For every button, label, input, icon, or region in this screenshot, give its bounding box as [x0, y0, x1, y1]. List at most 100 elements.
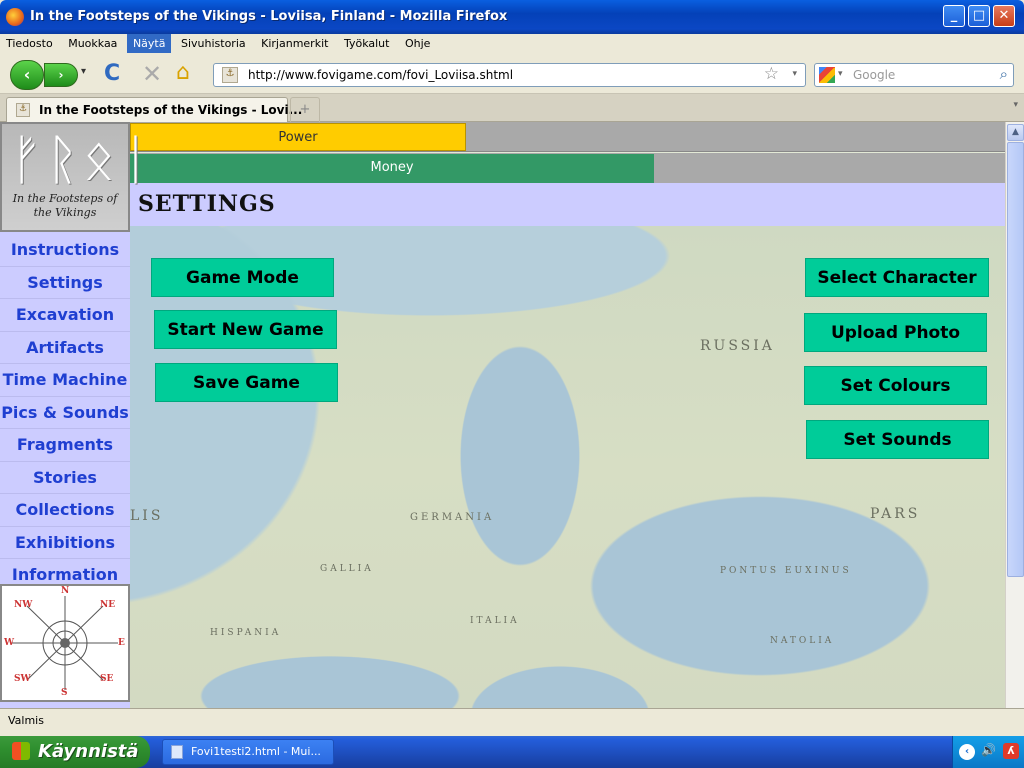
sidebar-item-exhibitions[interactable]: Exhibitions	[0, 527, 130, 559]
search-bar[interactable]: ▾ Google ⌕	[814, 63, 1014, 87]
map-label: PONTUS EUXINUS	[720, 566, 852, 576]
sidebar: ᚠᚱᛟᛁ In the Footsteps of the Vikings Ins…	[0, 122, 152, 708]
sidebar-item-collections[interactable]: Collections	[0, 494, 130, 527]
compass-s: S	[61, 688, 68, 698]
speaker-icon[interactable]: 🔊	[981, 743, 996, 757]
minimize-button[interactable]: _	[943, 5, 965, 27]
menu-item-tiedosto[interactable]: Tiedosto	[0, 34, 59, 53]
sidebar-item-instructions[interactable]: Instructions	[0, 234, 130, 267]
start-label: Käynnistä	[38, 741, 139, 762]
sidebar-item-fragments[interactable]: Fragments	[0, 429, 130, 462]
map-label: HISPANIA	[210, 628, 282, 638]
logo-text: In the Footsteps of the Vikings	[12, 192, 118, 219]
title-bar[interactable]: In the Footsteps of the Vikings - Loviis…	[0, 0, 1024, 34]
select-character-button[interactable]: Select Character	[805, 258, 989, 297]
menu-item-muokkaa[interactable]: Muokkaa	[62, 34, 123, 53]
map-label: NATOLIA	[770, 636, 835, 646]
firefox-icon	[6, 8, 24, 26]
sidebar-item-settings[interactable]: Settings	[0, 267, 130, 299]
compass-nw: NW	[14, 600, 33, 610]
menu-item-kirjanmerkit[interactable]: Kirjanmerkit	[255, 34, 334, 53]
search-engine-dropdown-icon[interactable]: ▾	[838, 69, 843, 79]
save-game-button[interactable]: Save Game	[155, 363, 338, 402]
power-fill: Power	[130, 123, 466, 151]
status-text: Valmis	[8, 714, 44, 727]
europe-map: RUSSIA PARS GERMANIA GALLIA HISPANIA ITA…	[0, 226, 1005, 708]
url-bar[interactable]: ⚓ http://www.fovigame.com/fovi_Loviisa.s…	[213, 63, 806, 87]
map-label: GERMANIA	[410, 512, 495, 523]
compass-e: E	[118, 638, 125, 648]
tab-list-icon[interactable]: ▾	[1013, 100, 1018, 110]
upload-photo-button[interactable]: Upload Photo	[804, 313, 987, 352]
compass-se: SE	[100, 674, 114, 684]
reload-icon[interactable]: C	[104, 61, 120, 86]
tab-vikings[interactable]: ⚓ In the Footsteps of the Vikings - Lovi…	[6, 97, 302, 122]
map-label: LIS	[130, 508, 164, 524]
search-input[interactable]: Google	[853, 68, 895, 82]
start-new-game-button[interactable]: Start New Game	[154, 310, 337, 349]
sidebar-nav: Instructions Settings Excavation Artifac…	[0, 234, 130, 592]
tray-app-icon[interactable]: ʎ	[1003, 743, 1019, 759]
menu-item-tyokalut[interactable]: Työkalut	[338, 34, 396, 53]
windows-logo-icon	[12, 742, 30, 760]
taskbar: Käynnistä Fovi1testi2.html - Mui... ‹ 🔊 …	[0, 736, 1024, 768]
money-bar: Money	[130, 153, 1005, 183]
compass-sw: SW	[14, 674, 31, 684]
sidebar-item-stories[interactable]: Stories	[0, 462, 130, 494]
sidebar-item-time-machine[interactable]: Time Machine	[0, 364, 130, 397]
taskbar-item-label: Fovi1testi2.html - Mui...	[191, 745, 321, 758]
status-bar: Valmis	[0, 708, 1024, 734]
page-content: RUSSIA PARS GERMANIA GALLIA HISPANIA ITA…	[0, 122, 1005, 708]
search-go-icon[interactable]: ⌕	[1000, 65, 1008, 83]
sidebar-item-artifacts[interactable]: Artifacts	[0, 332, 130, 364]
url-dropdown-icon[interactable]: ▾	[792, 69, 797, 79]
map-label: GALLIA	[320, 564, 374, 574]
compass-ne: NE	[100, 600, 116, 610]
system-tray: ‹ 🔊 ʎ	[952, 736, 1024, 768]
back-button[interactable]: ‹	[10, 60, 44, 90]
menu-item-ohje[interactable]: Ohje	[399, 34, 436, 53]
window-title: In the Footsteps of the Vikings - Loviis…	[30, 9, 508, 24]
vikings-logo[interactable]: ᚠᚱᛟᛁ In the Footsteps of the Vikings	[0, 122, 152, 232]
game-mode-button[interactable]: Game Mode	[151, 258, 334, 297]
home-icon[interactable]: ⌂	[176, 60, 190, 85]
tab-label: In the Footsteps of the Vikings - Lovi..…	[39, 103, 303, 117]
google-engine-icon[interactable]	[819, 67, 835, 83]
bookmark-star-icon[interactable]: ☆	[764, 64, 779, 84]
map-label: ITALIA	[470, 616, 520, 626]
firefox-window: In the Footsteps of the Vikings - Loviis…	[0, 0, 1024, 736]
forward-button[interactable]: ›	[44, 63, 78, 87]
set-sounds-button[interactable]: Set Sounds	[806, 420, 989, 459]
menu-bar: Tiedosto Muokkaa Näytä Sivuhistoria Kirj…	[0, 34, 1024, 54]
scroll-thumb[interactable]	[1007, 142, 1024, 577]
sidebar-item-pics-sounds[interactable]: Pics & Sounds	[0, 397, 130, 429]
sidebar-item-excavation[interactable]: Excavation	[0, 299, 130, 332]
document-icon	[171, 745, 183, 759]
maximize-button[interactable]: □	[968, 5, 990, 27]
tray-expand-icon[interactable]: ‹	[959, 744, 975, 760]
set-colours-button[interactable]: Set Colours	[804, 366, 987, 405]
compass-w: W	[4, 638, 15, 648]
map-label: RUSSIA	[700, 338, 775, 354]
navigation-toolbar: ‹ › ▾ C ✕ ⌂ ⚓ http://www.fovigame.com/fo…	[0, 54, 1024, 94]
stop-icon[interactable]: ✕	[142, 60, 162, 88]
start-button[interactable]: Käynnistä	[0, 736, 150, 768]
url-text[interactable]: http://www.fovigame.com/fovi_Loviisa.sht…	[248, 68, 513, 82]
vertical-scrollbar[interactable]: ▲	[1005, 122, 1024, 708]
page-title: SETTINGS	[138, 191, 276, 217]
new-tab-button[interactable]: +	[290, 97, 320, 122]
menu-item-sivuhistoria[interactable]: Sivuhistoria	[175, 34, 252, 53]
scroll-up-icon[interactable]: ▲	[1007, 124, 1024, 141]
runes-icon: ᚠᚱᛟᛁ	[10, 128, 156, 191]
taskbar-item[interactable]: Fovi1testi2.html - Mui...	[162, 739, 334, 765]
power-bar: Power	[130, 122, 1005, 152]
site-favicon-icon: ⚓	[222, 67, 238, 83]
compass-rose: N NE E SE S SW W NW	[0, 584, 130, 702]
history-dropdown-icon[interactable]: ▾	[81, 66, 86, 77]
tab-favicon-icon: ⚓	[16, 103, 30, 117]
menu-item-nayta[interactable]: Näytä	[126, 34, 172, 53]
map-label: PARS	[870, 506, 921, 522]
close-button[interactable]: ✕	[993, 5, 1015, 27]
settings-header: SETTINGS	[130, 183, 1005, 226]
tab-bar: ⚓ In the Footsteps of the Vikings - Lovi…	[0, 94, 1024, 122]
